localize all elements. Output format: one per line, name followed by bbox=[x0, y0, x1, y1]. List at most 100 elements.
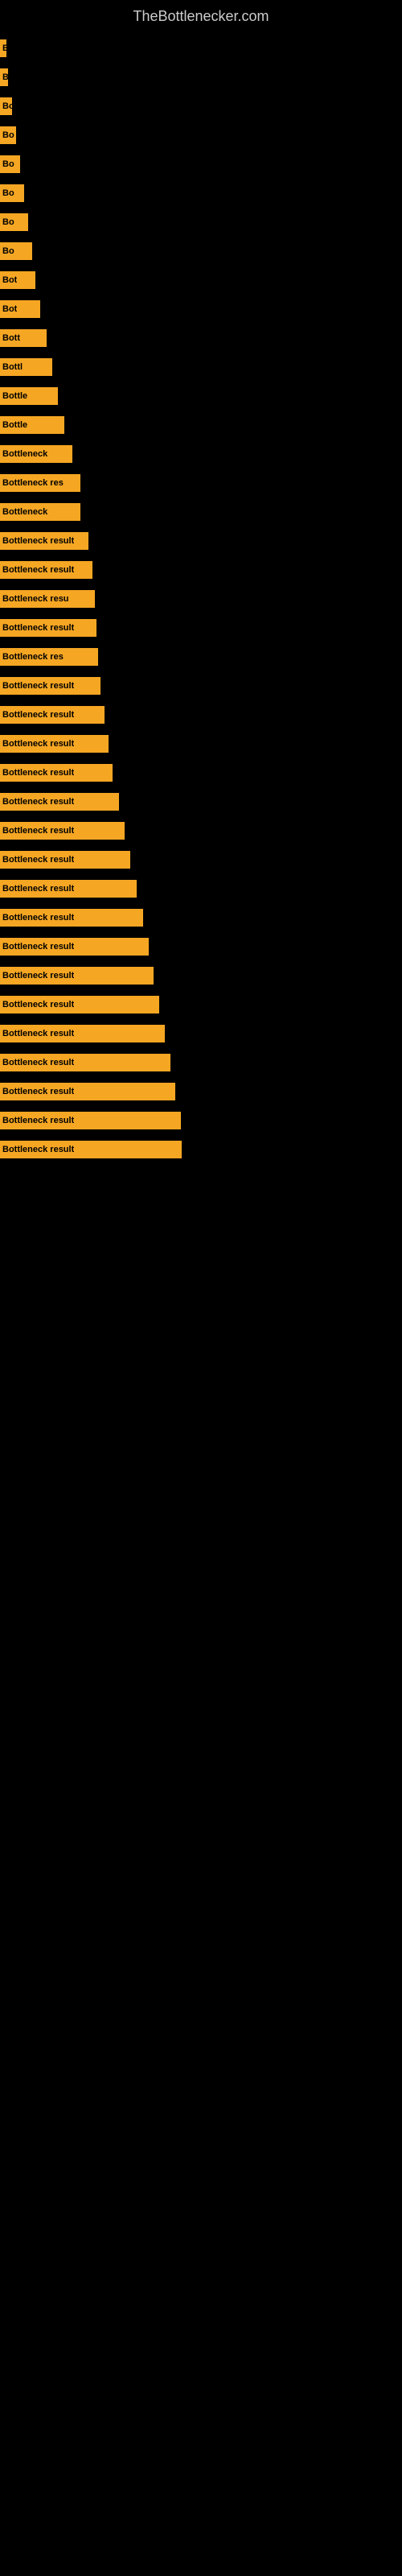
bar-label: Bottleneck result bbox=[2, 855, 74, 865]
bar-item: Bottleneck result bbox=[0, 880, 137, 898]
bar-label: Bo bbox=[2, 188, 14, 198]
bar-item: Bottleneck bbox=[0, 445, 72, 463]
bar-row: Bottleneck resu bbox=[0, 588, 402, 610]
bar-label: Bottleneck result bbox=[2, 623, 74, 633]
bar-label: Bottleneck result bbox=[2, 710, 74, 720]
bar-row: Bottleneck result bbox=[0, 530, 402, 552]
site-title: TheBottlenecker.com bbox=[0, 0, 402, 29]
bar-item: Bottleneck resu bbox=[0, 590, 95, 608]
bar-label: Bottleneck result bbox=[2, 1087, 74, 1096]
bar-label: Bottleneck result bbox=[2, 942, 74, 952]
bar-item: Bot bbox=[0, 300, 40, 318]
bar-item: Bo bbox=[0, 213, 28, 231]
bar-row: Bottleneck res bbox=[0, 472, 402, 494]
bar-label: Bo bbox=[2, 246, 14, 256]
bar-item: B bbox=[0, 39, 6, 57]
bar-item: Bottleneck res bbox=[0, 648, 98, 666]
bar-row: Bottleneck bbox=[0, 443, 402, 465]
bar-label: B bbox=[2, 72, 8, 82]
bar-row: Bottleneck result bbox=[0, 675, 402, 697]
bar-label: Bottl bbox=[2, 362, 23, 372]
bar-row: Bottleneck result bbox=[0, 704, 402, 726]
bar-label: Bottleneck result bbox=[2, 1116, 74, 1125]
bar-row: Bottleneck result bbox=[0, 1109, 402, 1132]
bar-label: Bottleneck result bbox=[2, 739, 74, 749]
bar-label: Bo bbox=[2, 101, 12, 111]
bar-row: Bottleneck result bbox=[0, 559, 402, 581]
bar-item: Bottleneck result bbox=[0, 677, 100, 695]
bar-row: Bottleneck res bbox=[0, 646, 402, 668]
bar-row: Bottleneck result bbox=[0, 1138, 402, 1161]
bar-label: Bo bbox=[2, 217, 14, 227]
bar-item: Bottl bbox=[0, 358, 52, 376]
bar-row: Bottleneck bbox=[0, 501, 402, 523]
bar-row: Bottleneck result bbox=[0, 791, 402, 813]
bar-row: Bo bbox=[0, 182, 402, 204]
bar-item: Bottleneck result bbox=[0, 532, 88, 550]
bar-row: Bottleneck result bbox=[0, 935, 402, 958]
bar-label: Bot bbox=[2, 275, 17, 285]
bar-row: Bottleneck result bbox=[0, 762, 402, 784]
bar-item: Bottleneck result bbox=[0, 1112, 181, 1129]
bar-label: Bo bbox=[2, 159, 14, 169]
bar-item: Bottleneck result bbox=[0, 1054, 170, 1071]
bar-item: Bottleneck result bbox=[0, 793, 119, 811]
bar-label: Bottleneck result bbox=[2, 565, 74, 575]
bar-row: B bbox=[0, 37, 402, 60]
bar-item: Bottleneck result bbox=[0, 1025, 165, 1042]
bar-row: Bott bbox=[0, 327, 402, 349]
bar-row: Bo bbox=[0, 240, 402, 262]
bar-label: Bottleneck res bbox=[2, 478, 64, 488]
bar-item: Bo bbox=[0, 126, 16, 144]
bar-row: Bottleneck result bbox=[0, 733, 402, 755]
bar-item: Bottleneck result bbox=[0, 561, 92, 579]
bar-row: Bo bbox=[0, 153, 402, 175]
bar-label: Bottleneck res bbox=[2, 652, 64, 662]
bar-label: Bottleneck resu bbox=[2, 594, 69, 604]
bar-row: B bbox=[0, 66, 402, 89]
bar-item: Bottleneck result bbox=[0, 996, 159, 1013]
bar-item: Bottle bbox=[0, 416, 64, 434]
bar-item: Bo bbox=[0, 184, 24, 202]
bar-label: Bott bbox=[2, 333, 20, 343]
bar-label: Bottleneck result bbox=[2, 797, 74, 807]
bars-container: B B Bo Bo Bo Bo Bo Bo Bot Bot Bott Bottl Bottle Bottl… bbox=[0, 29, 402, 1175]
bar-row: Bottleneck result bbox=[0, 964, 402, 987]
bar-row: Bottle bbox=[0, 385, 402, 407]
bar-label: Bottleneck bbox=[2, 507, 47, 517]
bar-label: Bottleneck result bbox=[2, 536, 74, 546]
bar-row: Bot bbox=[0, 298, 402, 320]
bar-label: Bottleneck result bbox=[2, 913, 74, 923]
bar-row: Bot bbox=[0, 269, 402, 291]
bar-item: Bo bbox=[0, 97, 12, 115]
site-title-container: TheBottlenecker.com bbox=[0, 0, 402, 29]
bar-item: Bottle bbox=[0, 387, 58, 405]
bar-item: Bottleneck res bbox=[0, 474, 80, 492]
bar-item: Bott bbox=[0, 329, 47, 347]
bar-item: Bottleneck bbox=[0, 503, 80, 521]
bar-label: Bottleneck result bbox=[2, 826, 74, 836]
bar-item: Bottleneck result bbox=[0, 1083, 175, 1100]
bar-item: Bottleneck result bbox=[0, 1141, 182, 1158]
bar-row: Bottleneck result bbox=[0, 1051, 402, 1074]
bar-row: Bottleneck result bbox=[0, 617, 402, 639]
bar-row: Bottleneck result bbox=[0, 993, 402, 1016]
bar-label: Bottleneck result bbox=[2, 1145, 74, 1154]
bar-label: Bottleneck result bbox=[2, 884, 74, 894]
bar-label: Bottleneck result bbox=[2, 1029, 74, 1038]
bar-item: Bo bbox=[0, 242, 32, 260]
bar-label: Bottleneck result bbox=[2, 1058, 74, 1067]
bar-row: Bottle bbox=[0, 414, 402, 436]
bar-item: Bottleneck result bbox=[0, 619, 96, 637]
bar-label: Bottleneck bbox=[2, 449, 47, 459]
bar-label: Bottleneck result bbox=[2, 1000, 74, 1009]
bar-label: B bbox=[2, 43, 6, 53]
bar-item: Bottleneck result bbox=[0, 909, 143, 927]
bar-item: Bottleneck result bbox=[0, 938, 149, 956]
bar-row: Bo bbox=[0, 95, 402, 118]
bar-label: Bot bbox=[2, 304, 17, 314]
bar-item: Bottleneck result bbox=[0, 822, 125, 840]
bar-item: Bo bbox=[0, 155, 20, 173]
bar-label: Bottleneck result bbox=[2, 681, 74, 691]
bar-row: Bottleneck result bbox=[0, 877, 402, 900]
